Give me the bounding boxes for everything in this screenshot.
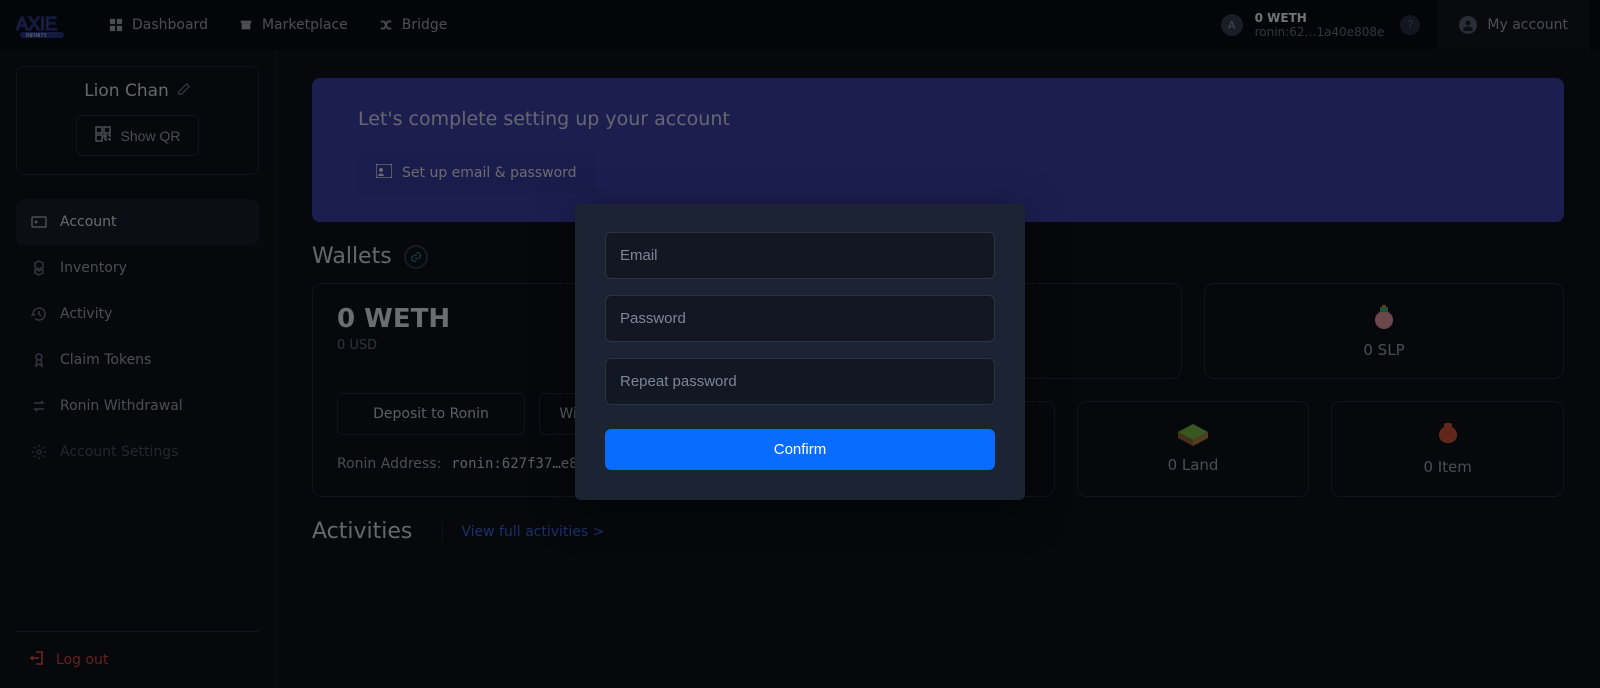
confirm-button[interactable]: Confirm: [605, 429, 995, 470]
email-input[interactable]: [605, 232, 995, 279]
modal-overlay[interactable]: Confirm: [0, 0, 1600, 688]
setup-credentials-modal: Confirm: [575, 204, 1025, 500]
password-input[interactable]: [605, 295, 995, 342]
repeat-password-input[interactable]: [605, 358, 995, 405]
